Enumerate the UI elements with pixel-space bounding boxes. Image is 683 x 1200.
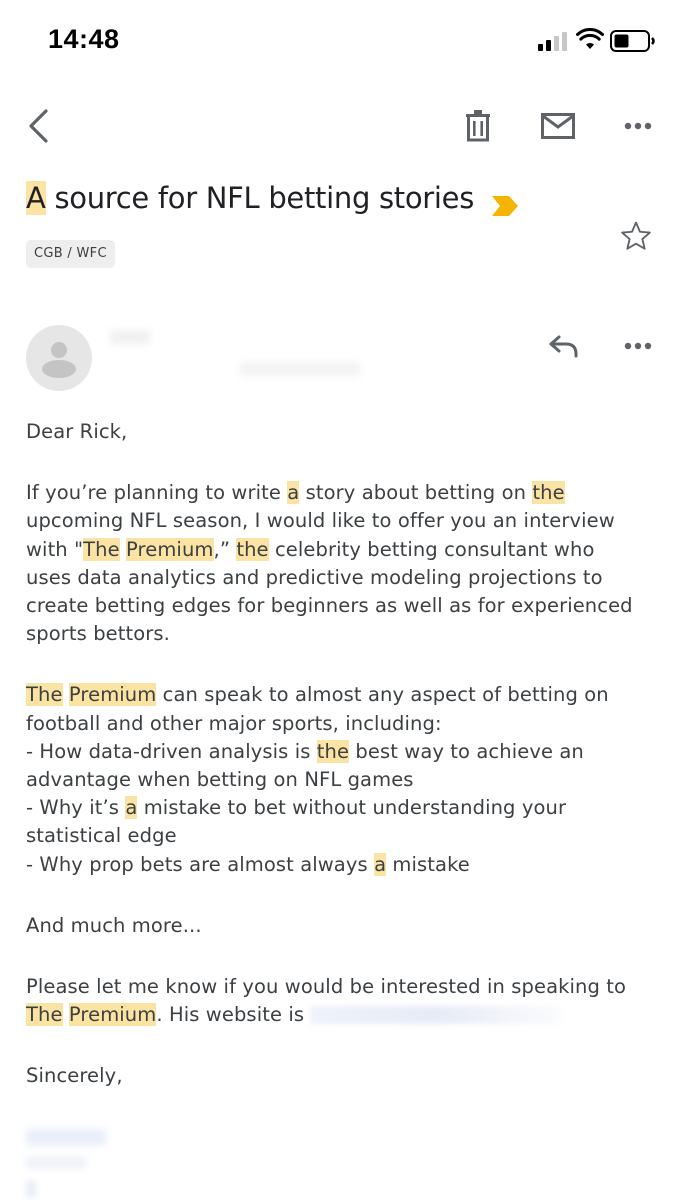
mark-unread-button[interactable] [536, 104, 580, 148]
text [63, 683, 69, 706]
search-highlight: the [236, 537, 269, 561]
wifi-icon [576, 28, 604, 49]
signature-redacted [26, 1125, 226, 1200]
text: statistical edge [26, 824, 177, 848]
sender-email-redacted [240, 362, 360, 376]
text: If you’re planning to write [26, 481, 288, 505]
star-icon[interactable] [619, 219, 653, 253]
text: story about betting on [299, 481, 533, 505]
search-highlight: The [26, 1003, 63, 1027]
cellular-signal-icon [538, 31, 570, 51]
search-highlight: Premium [68, 683, 157, 707]
search-highlight: Premium [126, 537, 214, 561]
text: Please let me know if you would be inter… [26, 975, 627, 999]
text [63, 1003, 69, 1026]
mail-icon [541, 113, 575, 139]
paragraph-2: The Premium can speak to almost any aspe… [26, 681, 666, 878]
paragraph-1: If you’re planning to write a story abou… [26, 479, 666, 648]
text: sports bettors. [26, 622, 170, 646]
text: celebrity betting consultant who [268, 537, 595, 561]
battery-icon [610, 30, 655, 52]
text: football and other major sports, includi… [26, 711, 442, 735]
text: with " [26, 537, 84, 561]
search-highlight: a [287, 481, 300, 505]
message-body: Dear Rick, If you’re planning to write a… [26, 418, 666, 1124]
text: ,” [213, 537, 237, 561]
closing: Sincerely, [26, 1064, 123, 1088]
text: upcoming NFL season, I would like to off… [26, 509, 615, 533]
subject-text: source for NFL betting stories [45, 181, 475, 215]
text: can speak to almost any aspect of bettin… [156, 683, 609, 707]
back-button[interactable] [18, 104, 58, 148]
text: - How data-driven analysis is [26, 739, 317, 763]
paragraph-4: Please let me know if you would be inter… [26, 973, 666, 1029]
status-time: 14:48 [48, 24, 120, 54]
search-highlight: Premium [68, 1003, 157, 1027]
message-more-button[interactable] [616, 324, 660, 368]
greeting: Dear Rick, [26, 420, 128, 443]
text: create betting edges for beginners as we… [26, 594, 633, 618]
more-horizontal-icon [624, 342, 652, 350]
text: mistake to bet without understanding you… [137, 796, 567, 820]
text: uses data analytics and predictive model… [26, 565, 603, 589]
label-chip[interactable]: CGB / WFC [26, 240, 115, 268]
search-highlight: a [125, 796, 138, 820]
search-highlight: the [532, 481, 565, 505]
website-link-redacted[interactable] [310, 1006, 561, 1025]
reply-button[interactable] [542, 326, 586, 366]
reply-icon [549, 335, 578, 358]
search-highlight: a [374, 852, 387, 876]
search-highlight: The [26, 683, 63, 707]
avatar[interactable] [26, 325, 92, 391]
subject-highlight: A [26, 181, 46, 215]
person-icon [42, 342, 76, 378]
search-highlight: the [316, 739, 350, 763]
search-highlight: The [83, 537, 120, 561]
importance-marker-icon[interactable] [490, 194, 520, 218]
more-options-button[interactable] [616, 104, 660, 148]
sender-name-redacted [110, 330, 150, 344]
trash-icon [466, 110, 490, 142]
more-horizontal-icon [624, 122, 652, 130]
email-subject: A source for NFL betting stories [26, 181, 474, 215]
paragraph-3: And much more... [26, 913, 202, 937]
delete-button[interactable] [458, 104, 498, 148]
text: - Why it’s [26, 796, 126, 820]
text: best way to achieve an [349, 739, 584, 763]
text: advantage when betting on NFL games [26, 768, 414, 792]
chevron-left-icon [29, 109, 48, 143]
text: . His website is [156, 1003, 311, 1027]
text: - Why prop bets are almost always [26, 852, 375, 876]
text: mistake [386, 852, 470, 876]
